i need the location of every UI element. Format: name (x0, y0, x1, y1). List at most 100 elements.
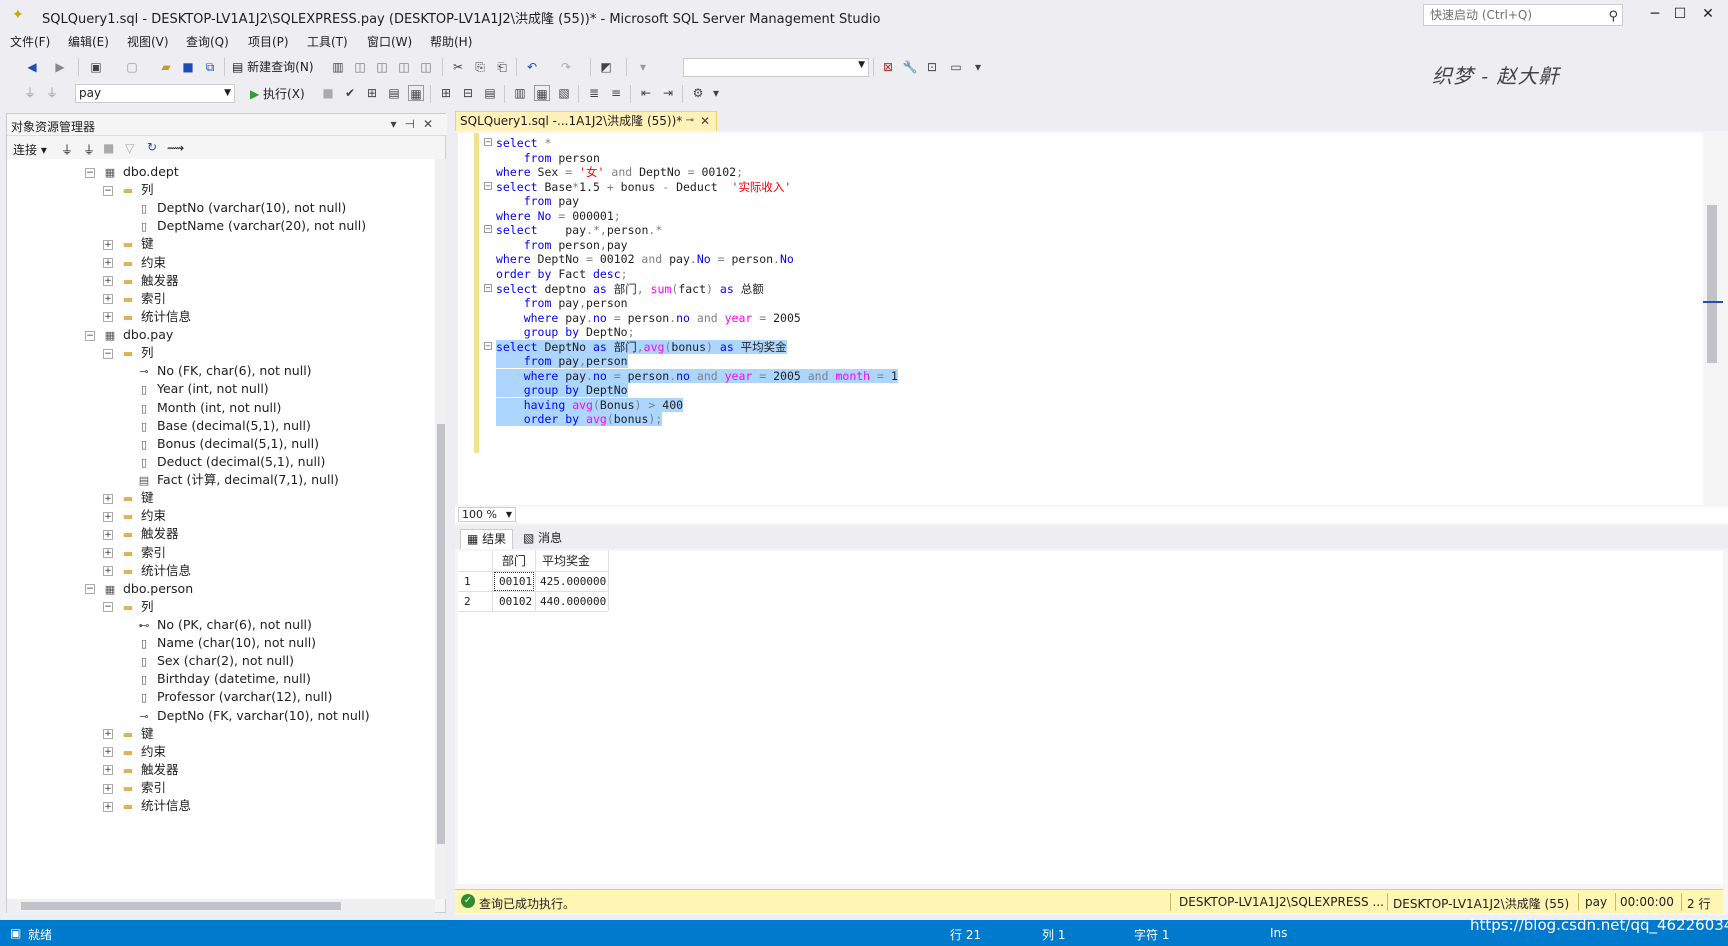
expand-icon[interactable]: + (103, 258, 113, 269)
collapse-icon[interactable]: − (103, 348, 113, 359)
tree-folder-node[interactable]: + ▬ 统计信息 (103, 796, 191, 816)
collapse-icon[interactable]: − (85, 330, 95, 341)
actual-plan-icon[interactable]: ⊞ (438, 85, 454, 101)
expand-icon[interactable]: + (103, 747, 113, 758)
quick-launch-input[interactable]: 快速启动 (Ctrl+Q) ⚲ (1423, 4, 1623, 26)
tree-folder-node[interactable]: + ▬ 统计信息 (103, 561, 191, 581)
grid-cell[interactable]: 425.000000 (540, 572, 606, 592)
intellisense-icon[interactable]: ▦ (408, 85, 424, 101)
connect-icon[interactable]: ⏚ (22, 85, 38, 101)
comment-icon[interactable]: ≣ (586, 85, 602, 101)
activity-monitor-icon[interactable]: ◩ (598, 59, 614, 75)
row-number[interactable]: 2 (464, 592, 471, 612)
expand-icon[interactable]: + (103, 765, 113, 776)
menu-help[interactable]: 帮助(H) (430, 33, 472, 50)
toolbox-icon[interactable]: ⊡ (924, 59, 940, 75)
expand-icon[interactable]: + (103, 729, 113, 740)
pin-icon[interactable]: ⊸ (686, 112, 694, 130)
menu-project[interactable]: 项目(P) (248, 33, 289, 50)
tree-column-node[interactable]: ▯ Deduct (decimal(5,1), null) (119, 452, 325, 472)
tree-column-node[interactable]: ▯ Sex (char(2), not null) (119, 651, 294, 671)
menu-window[interactable]: 窗口(W) (367, 33, 412, 50)
tree-column-node[interactable]: ▯ Year (int, not null) (119, 379, 269, 399)
tree-column-node[interactable]: ▯ Birthday (datetime, null) (119, 669, 311, 689)
tree-column-node[interactable]: ▯ DeptNo (varchar(10), not null) (119, 198, 346, 218)
close-button[interactable]: ✕ (1688, 2, 1728, 28)
toolbar-options-icon[interactable]: ▾ (970, 59, 986, 75)
mdx-query-icon[interactable]: ◫ (352, 59, 368, 75)
forward-icon[interactable]: ▶ (52, 59, 68, 75)
paste-icon[interactable]: ⎗ (494, 59, 510, 75)
tree-folder-node[interactable]: + ▬ 键 (103, 488, 154, 508)
decrease-indent-icon[interactable]: ⇤ (638, 85, 654, 101)
dmx-query-icon[interactable]: ◫ (374, 59, 390, 75)
results-to-grid-icon[interactable]: ▦ (534, 85, 550, 101)
expand-icon[interactable]: + (103, 548, 113, 559)
undo-icon[interactable]: ↶ (524, 59, 540, 75)
zoom-selector[interactable]: 100 % ▼ (458, 507, 516, 522)
row-number[interactable]: 1 (464, 572, 471, 592)
client-stats-icon[interactable]: ▤ (482, 85, 498, 101)
connect-icon[interactable]: ⏚ (61, 141, 73, 158)
tree-table-node[interactable]: − ▦ dbo.dept (85, 162, 179, 182)
tree-folder-node[interactable]: + ▬ 索引 (103, 289, 166, 309)
expand-icon[interactable]: + (103, 294, 113, 305)
find-combo[interactable]: ▼ (683, 58, 869, 77)
connect-dropdown[interactable]: 连接 ▾ (13, 141, 47, 158)
collapse-icon[interactable]: − (103, 602, 113, 613)
code-fold-toggle[interactable]: − (484, 225, 492, 234)
activity-monitor-icon[interactable]: ⟿ (167, 141, 184, 155)
code-fold-toggle[interactable]: − (484, 138, 492, 146)
expand-icon[interactable]: + (103, 529, 113, 540)
new-query-button[interactable]: ▤ 新建查询(N) (232, 58, 314, 75)
menu-file[interactable]: 文件(F) (10, 33, 50, 50)
save-all-icon[interactable]: ⧉ (202, 59, 218, 75)
parse-icon[interactable]: ✔ (342, 85, 358, 101)
cut-icon[interactable]: ✂ (450, 59, 466, 75)
code-line[interactable]: order by avg(bonus); (496, 411, 663, 427)
document-tab[interactable]: SQLQuery1.sql -...1A1J2\洪成隆 (55))* ⊸ ✕ (455, 111, 717, 131)
grid-cell[interactable]: 00101 (494, 572, 534, 591)
tree-column-node[interactable]: ▯ Bonus (decimal(5,1), null) (119, 434, 319, 454)
dax-query-icon[interactable]: ◫ (418, 59, 434, 75)
tab-results[interactable]: ▦ 结果 (460, 529, 514, 549)
tree-folder-node[interactable]: + ▬ 索引 (103, 778, 166, 798)
menu-view[interactable]: 视图(V) (127, 33, 169, 50)
execute-button[interactable]: ▶ 执行(X) (250, 85, 305, 102)
tree-column-node[interactable]: ⊸ DeptNo (FK, varchar(10), not null) (119, 706, 369, 726)
collapse-icon[interactable]: − (85, 584, 95, 595)
refresh-icon[interactable]: ↻ (147, 140, 157, 154)
copy-icon[interactable]: ⎘ (472, 59, 488, 75)
grid-cell[interactable]: 00102 (499, 592, 532, 612)
tab-messages[interactable]: ▧ 消息 (517, 529, 568, 549)
tree-horizontal-scroll-thumb[interactable] (21, 902, 341, 910)
tree-folder-node[interactable]: + ▬ 键 (103, 234, 154, 254)
specify-template-values-icon[interactable]: ⚙ (690, 85, 706, 101)
expand-icon[interactable]: + (103, 566, 113, 577)
estimated-plan-icon[interactable]: ⊞ (364, 85, 380, 101)
tree-column-node[interactable]: ▯ Base (decimal(5,1), null) (119, 416, 311, 436)
tree-table-node[interactable]: − ▦ dbo.pay (85, 325, 173, 345)
tree-column-node[interactable]: ▯ DeptName (varchar(20), not null) (119, 216, 366, 236)
results-to-file-icon[interactable]: ▧ (556, 85, 572, 101)
redo-icon[interactable]: ↷ (558, 59, 574, 75)
disconnect-icon[interactable]: ⏚ (44, 85, 60, 101)
tree-folder-node[interactable]: + ▬ 约束 (103, 506, 166, 526)
tree-folder-node[interactable]: + ▬ 统计信息 (103, 307, 191, 327)
tree-folder-node[interactable]: − ▬ 列 (103, 180, 154, 200)
column-header[interactable]: 部门 (502, 551, 526, 571)
filter-icon[interactable]: ▽ (125, 141, 134, 155)
toolbar-options-icon[interactable]: ▾ (708, 85, 724, 101)
back-icon[interactable]: ◀ (24, 59, 40, 75)
tree-folder-node[interactable]: + ▬ 约束 (103, 742, 166, 762)
disconnect-icon[interactable]: ⏚ (83, 141, 95, 158)
properties-icon[interactable]: 🔧 (902, 59, 918, 75)
tree-column-node[interactable]: ⊷ No (PK, char(6), not null) (119, 615, 312, 635)
tree-folder-node[interactable]: + ▬ 触发器 (103, 524, 179, 544)
tree-column-node[interactable]: ▤ Fact (计算, decimal(7,1), null) (119, 470, 339, 490)
open-file-icon[interactable]: ▰ (158, 59, 174, 75)
tree-folder-node[interactable]: − ▬ 列 (103, 597, 154, 617)
expand-icon[interactable]: + (103, 511, 113, 522)
tree-column-node[interactable]: ▯ Name (char(10), not null) (119, 633, 316, 653)
find-dropdown-icon[interactable]: ▾ (635, 59, 651, 75)
